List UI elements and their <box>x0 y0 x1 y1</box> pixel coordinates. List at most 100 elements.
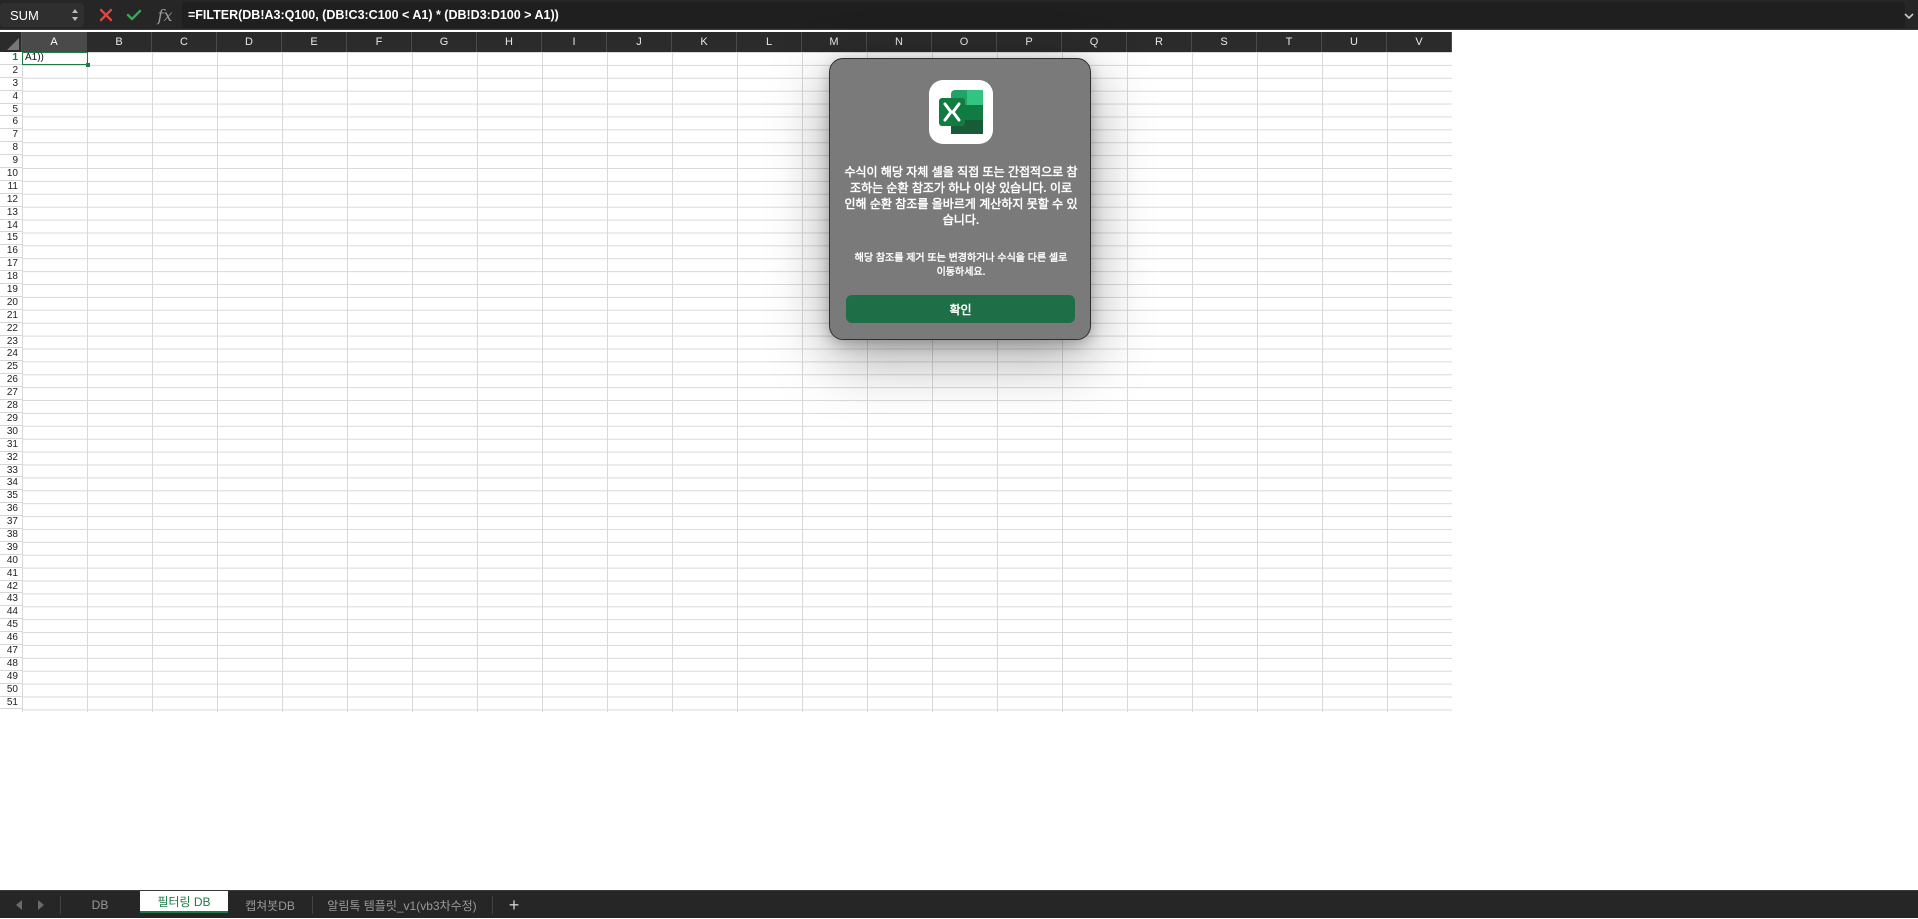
row-header-34[interactable]: 34 <box>0 477 22 491</box>
row-header-19[interactable]: 19 <box>0 284 22 297</box>
name-box-stepper-icon[interactable] <box>70 5 80 25</box>
confirm-formula-icon[interactable] <box>124 5 144 25</box>
row-header-37[interactable]: 37 <box>0 516 22 529</box>
row-header-6[interactable]: 6 <box>0 116 22 130</box>
scroll-tabs-left-icon[interactable] <box>12 898 26 912</box>
row-header-4[interactable]: 4 <box>0 90 22 104</box>
ok-button[interactable]: 확인 <box>846 295 1075 323</box>
row-header-49[interactable]: 49 <box>0 670 22 684</box>
column-header-e[interactable]: E <box>282 32 347 52</box>
column-header-n[interactable]: N <box>867 32 932 52</box>
column-header-c[interactable]: C <box>152 32 217 52</box>
row-header-18[interactable]: 18 <box>0 271 22 285</box>
column-header-d[interactable]: D <box>217 32 282 52</box>
name-box[interactable]: SUM <box>0 3 84 27</box>
sheet-tab-capturebot-db[interactable]: 캡쳐봇DB <box>228 891 312 919</box>
row-header-14[interactable]: 14 <box>0 219 22 233</box>
column-header-l[interactable]: L <box>737 32 802 52</box>
column-header-u[interactable]: U <box>1322 32 1387 52</box>
row-header-5[interactable]: 5 <box>0 103 22 117</box>
row-header-22[interactable]: 22 <box>0 322 22 336</box>
excel-icon <box>929 80 993 144</box>
row-header-8[interactable]: 8 <box>0 142 22 156</box>
dialog-message: 수식이 해당 자체 셀을 직접 또는 간접적으로 참조하는 순환 참조가 하나 … <box>844 165 1078 227</box>
row-header-9[interactable]: 9 <box>0 155 22 169</box>
row-header-13[interactable]: 13 <box>0 206 22 220</box>
row-header-43[interactable]: 43 <box>0 593 22 607</box>
row-header-1[interactable]: 1 <box>0 52 22 65</box>
row-header-32[interactable]: 32 <box>0 451 22 465</box>
sheet-tab-db[interactable]: DB <box>60 891 140 919</box>
row-header-33[interactable]: 33 <box>0 464 22 478</box>
column-header-b[interactable]: B <box>87 32 152 52</box>
insert-function-icon[interactable]: fx <box>155 5 175 25</box>
sheet-tab-template[interactable]: 알림톡 템플릿_v1(vb3차수정) <box>312 891 492 919</box>
row-header-12[interactable]: 12 <box>0 193 22 207</box>
column-header-m[interactable]: M <box>802 32 867 52</box>
row-header-39[interactable]: 39 <box>0 541 22 555</box>
row-header-10[interactable]: 10 <box>0 168 22 181</box>
tab-divider <box>492 896 493 914</box>
column-header-g[interactable]: G <box>412 32 477 52</box>
row-header-3[interactable]: 3 <box>0 77 22 91</box>
row-header-28[interactable]: 28 <box>0 400 22 413</box>
dialog-sub-message: 해당 참조를 제거 또는 변경하거나 수식을 다른 셀로 이동하세요. <box>854 253 1068 278</box>
row-header-20[interactable]: 20 <box>0 296 22 310</box>
row-header-44[interactable]: 44 <box>0 606 22 620</box>
row-header-21[interactable]: 21 <box>0 309 22 323</box>
select-all-corner[interactable] <box>0 32 22 52</box>
column-header-s[interactable]: S <box>1192 32 1257 52</box>
column-header-r[interactable]: R <box>1127 32 1192 52</box>
row-header-30[interactable]: 30 <box>0 425 22 439</box>
row-header-42[interactable]: 42 <box>0 580 22 594</box>
formula-bar: SUM fx =FILTER(DB!A3:Q100, (DB!C3:C100 <… <box>0 0 1918 30</box>
row-header-48[interactable]: 48 <box>0 657 22 671</box>
row-header-31[interactable]: 31 <box>0 438 22 452</box>
row-header-35[interactable]: 35 <box>0 490 22 504</box>
row-header-26[interactable]: 26 <box>0 374 22 388</box>
column-header-v[interactable]: V <box>1387 32 1452 52</box>
cell-grid[interactable] <box>22 52 1452 712</box>
scroll-tabs-right-icon[interactable] <box>34 898 48 912</box>
row-header-36[interactable]: 36 <box>0 503 22 517</box>
column-header-i[interactable]: I <box>542 32 607 52</box>
row-header-45[interactable]: 45 <box>0 619 22 633</box>
column-header-o[interactable]: O <box>932 32 997 52</box>
row-header-51[interactable]: 51 <box>0 696 22 710</box>
column-header-p[interactable]: P <box>997 32 1062 52</box>
row-header-38[interactable]: 38 <box>0 528 22 542</box>
row-header-11[interactable]: 11 <box>0 180 22 194</box>
row-header-27[interactable]: 27 <box>0 387 22 401</box>
add-sheet-button[interactable]: + <box>506 896 522 914</box>
name-box-text: SUM <box>10 7 39 23</box>
row-header-16[interactable]: 16 <box>0 245 22 259</box>
row-header-24[interactable]: 24 <box>0 348 22 362</box>
row-header-47[interactable]: 47 <box>0 644 22 658</box>
column-headers: ABCDEFGHIJKLMNOPQRSTUV <box>0 32 1452 52</box>
cancel-formula-icon[interactable] <box>96 5 116 25</box>
row-header-41[interactable]: 41 <box>0 567 22 581</box>
row-header-25[interactable]: 25 <box>0 361 22 375</box>
row-header-7[interactable]: 7 <box>0 129 22 143</box>
column-header-t[interactable]: T <box>1257 32 1322 52</box>
circular-reference-dialog: 수식이 해당 자체 셀을 직접 또는 간접적으로 참조하는 순환 참조가 하나 … <box>829 58 1091 340</box>
row-header-23[interactable]: 23 <box>0 335 22 349</box>
sheet-tab-bar: DB 필터링 DB 캡쳐봇DB 알림톡 템플릿_v1(vb3차수정) + <box>0 890 1918 918</box>
column-header-j[interactable]: J <box>607 32 672 52</box>
row-header-50[interactable]: 50 <box>0 683 22 697</box>
column-header-q[interactable]: Q <box>1062 32 1127 52</box>
column-header-f[interactable]: F <box>347 32 412 52</box>
column-header-h[interactable]: H <box>477 32 542 52</box>
sheet-tab-filtering-db[interactable]: 필터링 DB <box>140 891 228 913</box>
row-header-2[interactable]: 2 <box>0 64 22 78</box>
row-header-17[interactable]: 17 <box>0 258 22 272</box>
row-header-46[interactable]: 46 <box>0 632 22 645</box>
formula-expand-icon[interactable] <box>1904 8 1914 20</box>
row-header-40[interactable]: 40 <box>0 554 22 568</box>
column-header-a[interactable]: A <box>22 32 87 52</box>
active-cell-a1[interactable]: A1)) <box>22 52 90 67</box>
formula-input[interactable]: =FILTER(DB!A3:Q100, (DB!C3:C100 < A1) * … <box>182 2 1905 28</box>
column-header-k[interactable]: K <box>672 32 737 52</box>
row-header-29[interactable]: 29 <box>0 412 22 426</box>
row-header-15[interactable]: 15 <box>0 232 22 246</box>
